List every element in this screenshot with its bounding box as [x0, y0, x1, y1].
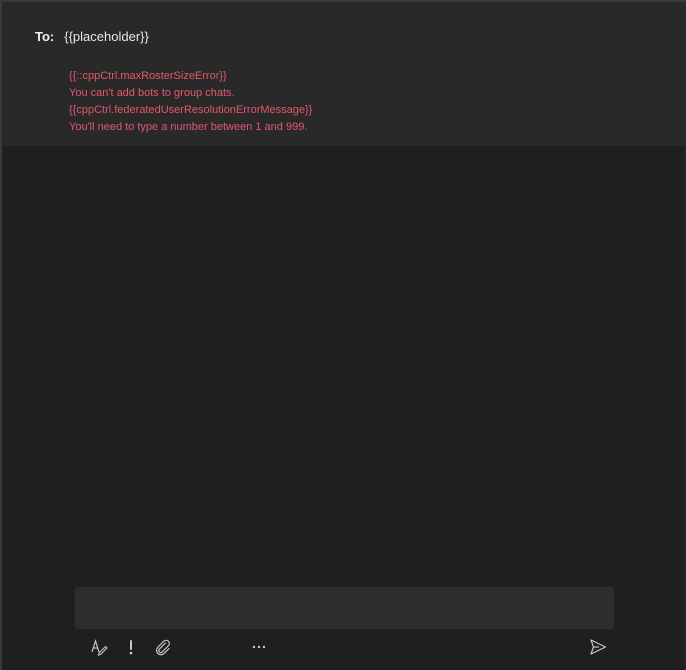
error-max-roster: {{::cppCtrl.maxRosterSizeError}}: [69, 70, 227, 82]
more-options-button[interactable]: [247, 635, 271, 659]
error-messages: {{::cppCtrl.maxRosterSizeError}} You can…: [69, 68, 312, 136]
to-label: To:: [35, 28, 55, 44]
compose-toolbar: [75, 635, 614, 659]
format-icon: [90, 638, 108, 656]
recipient-header: To: {{placeholder}} {{::cppCtrl.maxRoste…: [2, 2, 686, 146]
send-icon: [589, 638, 607, 656]
to-row: To: {{placeholder}}: [35, 26, 364, 46]
error-bots-group: You can't add bots to group chats.: [69, 87, 235, 99]
attach-icon: [154, 638, 172, 656]
important-button[interactable]: [119, 635, 143, 659]
error-number-range: You'll need to type a number between 1 a…: [69, 121, 308, 133]
error-federated-user: {{cppCtrl.federatedUserResolutionErrorMe…: [69, 104, 313, 116]
attach-button[interactable]: [151, 635, 175, 659]
more-options-icon: [250, 638, 268, 656]
format-button[interactable]: [87, 635, 111, 659]
recipient-input[interactable]: {{placeholder}}: [64, 29, 364, 44]
important-icon: [122, 638, 140, 656]
compose-box[interactable]: [75, 587, 614, 629]
send-button[interactable]: [586, 635, 610, 659]
